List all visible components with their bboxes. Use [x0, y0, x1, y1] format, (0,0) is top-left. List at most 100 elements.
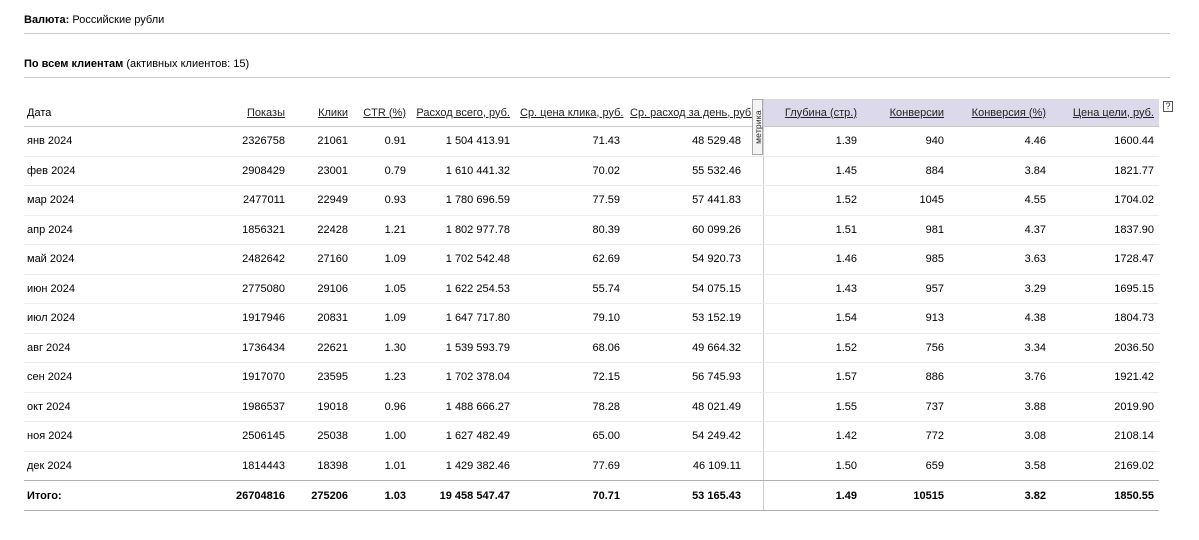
- table-cell: 4.46: [1024, 135, 1046, 148]
- table-cell: 2036.50: [1114, 341, 1154, 354]
- table-cell: 737: [925, 400, 944, 413]
- table-cell: 19018: [317, 400, 348, 413]
- total-cell: 3.82: [1024, 489, 1046, 502]
- table-cell: июн 2024: [27, 282, 75, 295]
- total-cell: 10515: [913, 489, 944, 502]
- total-cell: 275206: [311, 489, 348, 502]
- total-cell: 53 165.43: [692, 489, 741, 502]
- table-cell: 0.93: [384, 194, 406, 207]
- table-cell: 1 504 413.91: [445, 135, 510, 148]
- total-cell: 1850.55: [1114, 489, 1154, 502]
- table-cell: 2477011: [242, 194, 285, 207]
- table-cell: 48 529.48: [692, 135, 741, 148]
- total-cell: Итого:: [27, 489, 62, 502]
- table-cell: 55 532.46: [692, 164, 741, 177]
- table-cell: 1.43: [835, 282, 857, 295]
- col-header-goal-cost[interactable]: Цена цели, руб.: [1051, 99, 1159, 127]
- table-cell: 1728.47: [1114, 253, 1154, 266]
- stats-table: Дата Показы Клики CTR (%) Расход всего, …: [24, 99, 1159, 511]
- table-cell: 20831: [317, 312, 348, 325]
- col-header-impressions[interactable]: Показы: [162, 99, 290, 127]
- total-row: Итого: 26704816 275206 1.03 19 458 547.4…: [24, 480, 1159, 511]
- table-cell: 957: [925, 282, 944, 295]
- col-header-conversions[interactable]: Конверсии: [862, 99, 949, 127]
- table-cell: 772: [925, 430, 944, 443]
- table-cell: 1704.02: [1114, 194, 1154, 207]
- table-cell: 70.02: [592, 164, 620, 177]
- table-cell: 1.54: [835, 312, 857, 325]
- table-cell: июл 2024: [27, 312, 76, 325]
- table-cell: 0.96: [384, 400, 406, 413]
- table-cell: 3.08: [1024, 430, 1046, 443]
- total-cell: 70.71: [592, 489, 620, 502]
- col-header-depth[interactable]: Глубина (стр.): [759, 99, 862, 127]
- table-cell: 913: [925, 312, 944, 325]
- total-cell: 26704816: [236, 489, 285, 502]
- table-cell: 1.52: [835, 341, 857, 354]
- col-header-spend-total[interactable]: Расход всего, руб.: [411, 99, 515, 127]
- table-cell: 29106: [317, 282, 348, 295]
- table-cell: 3.63: [1024, 253, 1046, 266]
- table-cell: 57 441.83: [692, 194, 741, 207]
- metrika-tab-label: метрика: [753, 110, 763, 144]
- table-cell: 1 647 717.80: [445, 312, 510, 325]
- table-cell: 65.00: [592, 430, 620, 443]
- table-cell: 54 249.42: [692, 430, 741, 443]
- table-cell: 1695.15: [1114, 282, 1154, 295]
- table-cell: 1837.90: [1114, 223, 1154, 236]
- table-cell: 1.50: [835, 459, 857, 472]
- table-cell: 68.06: [592, 341, 620, 354]
- table-cell: 1.09: [384, 253, 406, 266]
- table-row: янв 2024 2326758 21061 0.91 1 504 413.91 71.4…: [24, 127, 1159, 156]
- help-icon[interactable]: ?: [1163, 101, 1173, 112]
- clients-line: По всем клиентам (активных клиентов: 15): [24, 58, 1170, 78]
- table-cell: 80.39: [592, 223, 620, 236]
- table-cell: 1821.77: [1114, 164, 1154, 177]
- table-cell: 22949: [317, 194, 348, 207]
- col-header-ctr[interactable]: CTR (%): [353, 99, 411, 127]
- col-header-date: Дата: [27, 106, 52, 119]
- table-cell: 1.51: [835, 223, 857, 236]
- table-cell: 1.55: [835, 400, 857, 413]
- table-cell: 1.39: [835, 135, 857, 148]
- table-cell: 1 702 542.48: [445, 253, 510, 266]
- table-cell: 1.01: [384, 459, 406, 472]
- table-cell: 1856321: [242, 223, 285, 236]
- table-cell: 3.88: [1024, 400, 1046, 413]
- table-cell: 54 075.15: [692, 282, 741, 295]
- table-cell: 4.37: [1024, 223, 1046, 236]
- col-header-clicks[interactable]: Клики: [290, 99, 353, 127]
- table-cell: 1.09: [384, 312, 406, 325]
- col-header-avg-cpc[interactable]: Ср. цена клика, руб.: [515, 99, 625, 127]
- table-cell: май 2024: [27, 253, 75, 266]
- metrika-toggle-tab[interactable]: метрика: [752, 99, 763, 155]
- table-cell: 3.58: [1024, 459, 1046, 472]
- table-cell: 78.28: [592, 400, 620, 413]
- table-cell: 1986537: [242, 400, 285, 413]
- currency-label: Валюта:: [24, 14, 70, 26]
- table-cell: 55.74: [592, 282, 620, 295]
- table-row: апр 2024 1856321 22428 1.21 1 802 977.78 80.3…: [24, 215, 1159, 245]
- table-cell: сен 2024: [27, 371, 73, 384]
- table-cell: 2506145: [242, 430, 285, 443]
- table-cell: 79.10: [592, 312, 620, 325]
- col-header-conversion-rate[interactable]: Конверсия (%): [949, 99, 1051, 127]
- table-cell: 1.00: [384, 430, 406, 443]
- table-row: окт 2024 1986537 19018 0.96 1 488 666.27 78.2…: [24, 392, 1159, 422]
- table-cell: 27160: [317, 253, 348, 266]
- currency-value: Российские рубли: [72, 14, 165, 26]
- table-cell: 1.21: [384, 223, 406, 236]
- table-row: сен 2024 1917070 23595 1.23 1 702 378.04 72.1…: [24, 363, 1159, 392]
- table-cell: 756: [925, 341, 944, 354]
- table-row: авг 2024 1736434 22621 1.30 1 539 593.79 68.0…: [24, 333, 1159, 363]
- table-cell: 2326758: [242, 135, 285, 148]
- table-cell: 3.34: [1024, 341, 1046, 354]
- table-cell: 1 539 593.79: [445, 341, 510, 354]
- table-cell: ноя 2024: [27, 430, 73, 443]
- table-cell: 23595: [317, 371, 348, 384]
- table-cell: 56 745.93: [692, 371, 741, 384]
- table-cell: 77.59: [592, 194, 620, 207]
- table-cell: 3.84: [1024, 164, 1046, 177]
- col-header-avg-daily-spend[interactable]: Ср. расход за день, руб.: [625, 99, 759, 127]
- table-cell: 1.42: [835, 430, 857, 443]
